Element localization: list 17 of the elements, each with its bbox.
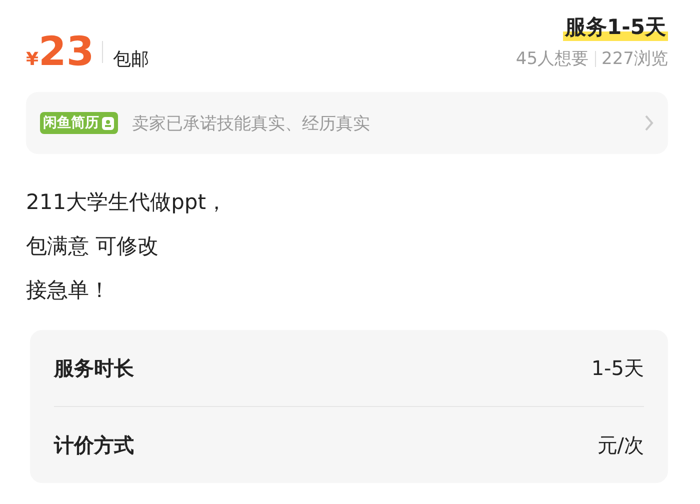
banner-text: 卖家已承诺技能真实、经历真实 bbox=[132, 112, 371, 134]
chevron-right-icon bbox=[644, 114, 654, 132]
stat-text: 45人想要 bbox=[516, 48, 589, 70]
detail-label: 计价方式 bbox=[54, 432, 134, 458]
detail-value: 元/次 bbox=[597, 432, 644, 458]
currency-symbol: ¥ bbox=[26, 49, 39, 70]
detail-label: 服务时长 bbox=[54, 354, 134, 382]
stat-text: 227浏览 bbox=[602, 48, 668, 70]
description-line: 接急单！ bbox=[26, 277, 111, 304]
resume-banner[interactable]: 闲鱼简历 卖家已承诺技能真实、经历真实 bbox=[26, 92, 668, 154]
description-line: 包满意 可修改 bbox=[26, 233, 160, 260]
description-line: 211大学生代做ppt， bbox=[26, 189, 228, 216]
resume-badge: 闲鱼简历 bbox=[40, 112, 118, 134]
detail-value: 1-5天 bbox=[591, 354, 644, 382]
shipping-label: 包邮 bbox=[113, 48, 150, 71]
price: 23 bbox=[38, 32, 94, 72]
id-card-icon bbox=[101, 115, 115, 131]
